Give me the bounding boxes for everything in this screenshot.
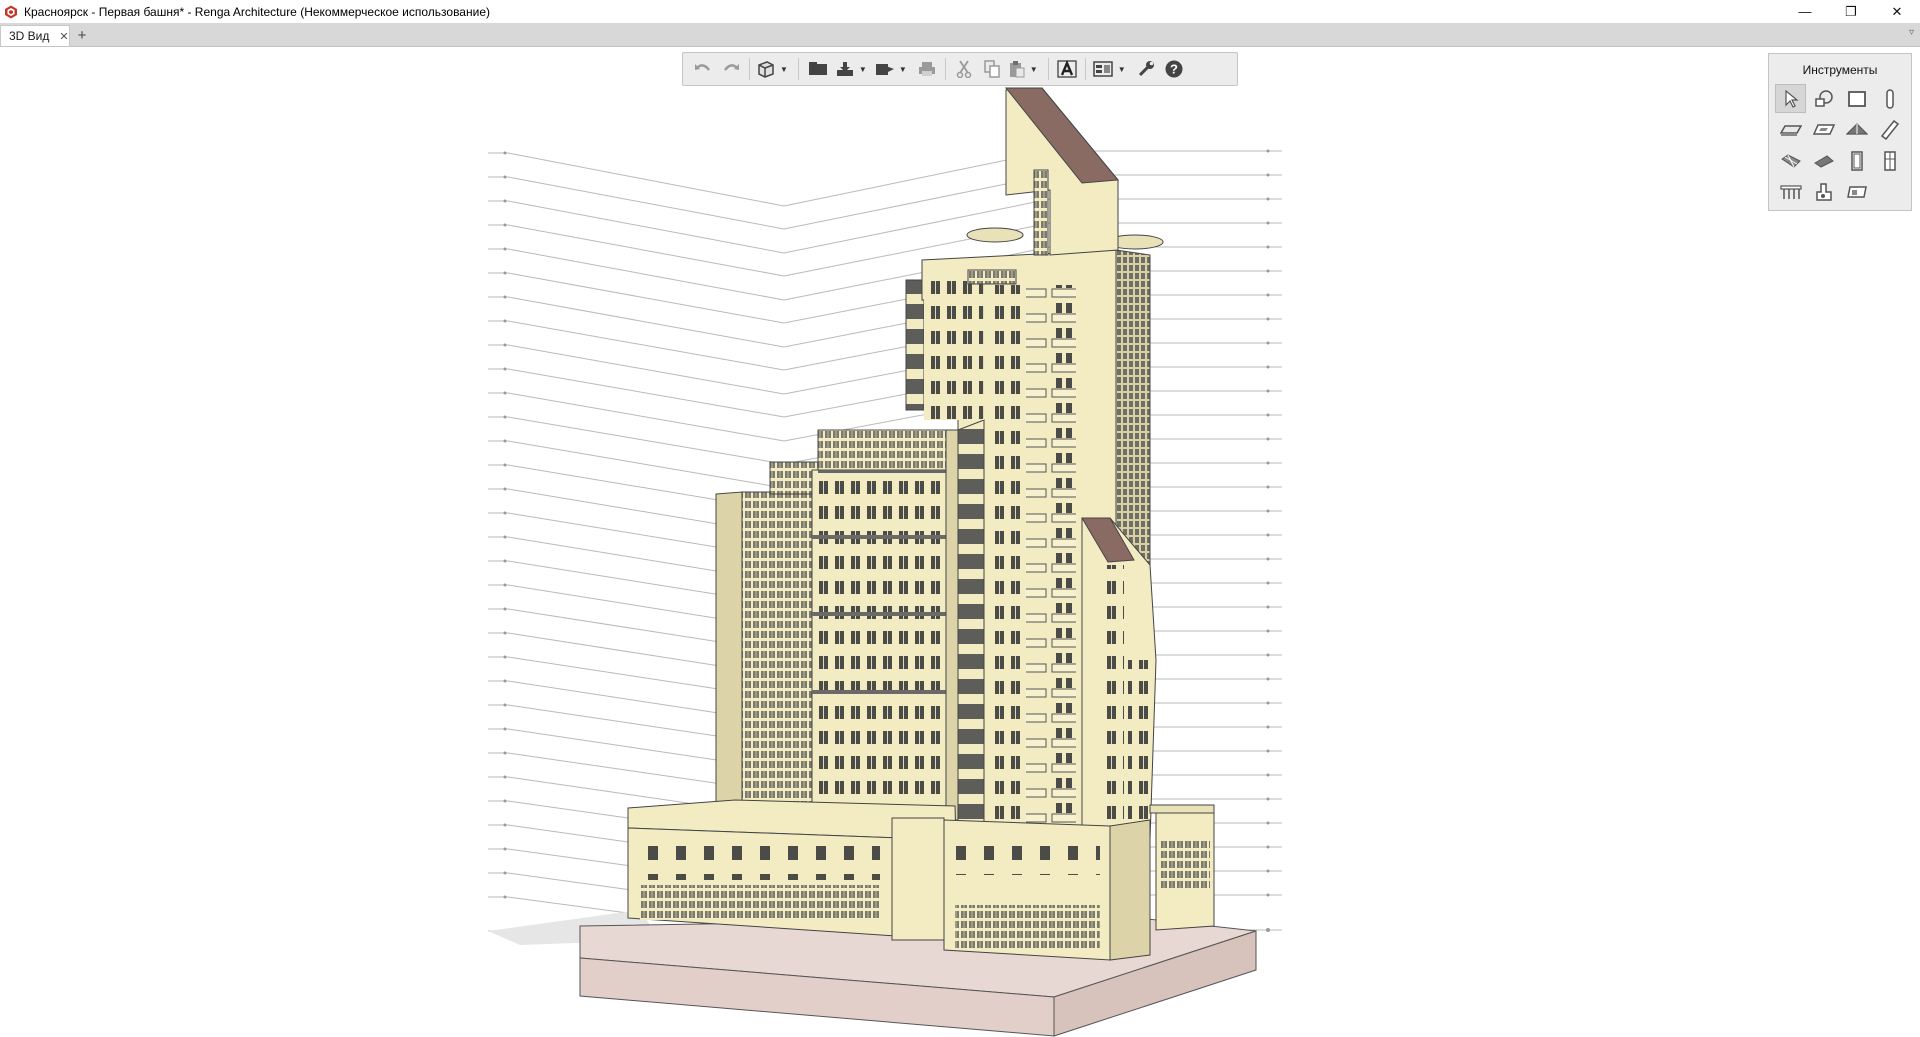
window-controls: — ❐ ✕ bbox=[1782, 0, 1920, 23]
settings-wrench-icon[interactable] bbox=[1132, 55, 1160, 83]
opening-tool-icon[interactable] bbox=[1808, 115, 1839, 144]
door-tool-icon[interactable] bbox=[1841, 146, 1872, 175]
view-cube-icon[interactable] bbox=[754, 55, 778, 83]
add-tab-button[interactable]: + bbox=[72, 26, 92, 44]
wall-tool-icon[interactable] bbox=[1841, 84, 1872, 113]
document-tab-bar: 3D Вид ✕ + ▿ bbox=[0, 23, 1920, 47]
window-title: Красноярск - Первая башня* - Renga Archi… bbox=[24, 4, 490, 19]
tab-list-dropdown-icon[interactable]: ▿ bbox=[1909, 27, 1914, 38]
equipment-tool-icon[interactable] bbox=[1808, 177, 1839, 206]
paste-dropdown-icon[interactable]: ▼ bbox=[1030, 65, 1038, 74]
toolbar-separator bbox=[797, 58, 799, 80]
model-canvas[interactable] bbox=[0, 47, 1920, 1037]
tools-panel: Инструменты bbox=[1768, 53, 1912, 211]
column-tool-icon[interactable] bbox=[1874, 84, 1905, 113]
select-tool-icon[interactable] bbox=[1775, 84, 1806, 113]
window-tool-icon[interactable] bbox=[1874, 146, 1905, 175]
cut-icon[interactable] bbox=[950, 55, 978, 83]
tab-3d-view[interactable]: 3D Вид ✕ bbox=[0, 25, 70, 46]
toolbar-separator bbox=[944, 58, 946, 80]
undo-icon[interactable] bbox=[689, 55, 717, 83]
print-icon[interactable] bbox=[913, 55, 941, 83]
tools-panel-title: Инструменты bbox=[1802, 63, 1878, 77]
toolbar-separator bbox=[1084, 58, 1086, 80]
svg-text:?: ? bbox=[1170, 62, 1178, 77]
import-icon[interactable] bbox=[833, 55, 857, 83]
stair-tool-icon[interactable] bbox=[1775, 146, 1806, 175]
import-dropdown-icon[interactable]: ▼ bbox=[859, 65, 867, 74]
display-settings-icon[interactable] bbox=[1090, 55, 1116, 83]
export-dropdown-icon[interactable]: ▼ bbox=[899, 65, 907, 74]
left-tower-block[interactable] bbox=[715, 429, 959, 823]
redo-icon[interactable] bbox=[717, 55, 745, 83]
quick-access-toolbar: ▼ ▼ ▼ ▼ ▼ ? bbox=[682, 52, 1238, 86]
view-cube-dropdown-icon[interactable]: ▼ bbox=[780, 65, 788, 74]
minimize-button[interactable]: — bbox=[1782, 0, 1828, 23]
text-style-icon[interactable] bbox=[1053, 55, 1081, 83]
export-icon[interactable] bbox=[873, 55, 897, 83]
renga-app-icon bbox=[4, 5, 18, 19]
paste-icon[interactable] bbox=[1006, 55, 1028, 83]
tab-close-icon[interactable]: ✕ bbox=[59, 30, 68, 43]
open-folder-icon[interactable] bbox=[803, 55, 833, 83]
tools-grid bbox=[1775, 84, 1907, 208]
display-settings-dropdown-icon[interactable]: ▼ bbox=[1118, 65, 1126, 74]
tab-label: 3D Вид bbox=[9, 29, 50, 43]
assembly-tool-icon[interactable] bbox=[1808, 84, 1839, 113]
railing-tool-icon[interactable] bbox=[1775, 177, 1806, 206]
floor-slab-tool-icon[interactable] bbox=[1775, 115, 1806, 144]
beam-tool-icon[interactable] bbox=[1874, 115, 1905, 144]
title-bar: Красноярск - Первая башня* - Renga Archi… bbox=[0, 0, 1920, 23]
toolbar-separator bbox=[749, 58, 750, 80]
room-tool-icon[interactable] bbox=[1841, 177, 1872, 206]
3d-viewport[interactable] bbox=[0, 47, 1920, 1037]
restore-button[interactable]: ❐ bbox=[1828, 0, 1874, 23]
close-button[interactable]: ✕ bbox=[1874, 0, 1920, 23]
toolbar-separator bbox=[1047, 58, 1049, 80]
copy-icon[interactable] bbox=[978, 55, 1006, 83]
help-icon[interactable]: ? bbox=[1160, 55, 1188, 83]
roof-tool-icon[interactable] bbox=[1841, 115, 1872, 144]
ramp-tool-icon[interactable] bbox=[1808, 146, 1839, 175]
